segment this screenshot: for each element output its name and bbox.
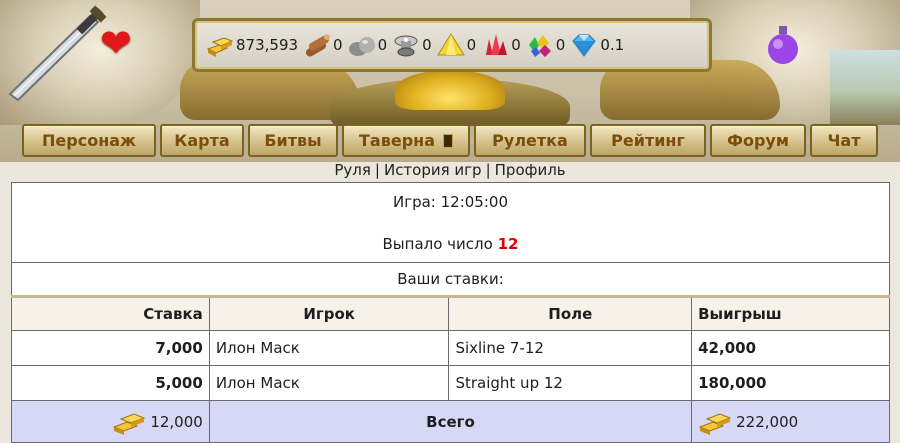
game-results-table: Игра: 12:05:00 Выпало число 12 Ваши став… [11, 182, 890, 443]
sulfur-amount: 0 [466, 36, 477, 54]
gems-icon [528, 35, 551, 57]
nav-battles-button[interactable]: Битвы [248, 124, 338, 157]
table-row: 7,000 Илон Маск Sixline 7-12 42,000 [11, 330, 890, 366]
nav-battles-label: Битвы [264, 131, 322, 150]
bets-title: Ваши ставки: [11, 262, 890, 297]
subnav-roulette-link[interactable]: Руля [334, 161, 371, 179]
header-win: Выигрыш [691, 295, 890, 331]
nav-chat-label: Чат [827, 131, 861, 150]
game-time: Игра: 12:05:00 [392, 193, 508, 211]
bet-field: Sixline 7-12 [448, 330, 693, 366]
stone-amount: 0 [377, 36, 388, 54]
total-row: 12,000 Всего 222,000 [11, 400, 890, 443]
bet-field: Straight up 12 [448, 365, 693, 401]
potion-icon[interactable] [765, 24, 801, 66]
nav-map-button[interactable]: Карта [160, 124, 244, 157]
mercury-icon [394, 35, 418, 57]
total-win-cell: 222,000 [691, 400, 890, 443]
gold-pile-image [395, 70, 505, 110]
gold-bars-icon [206, 37, 234, 57]
mercury-amount: 0 [422, 36, 432, 54]
resource-bar: 873,593 0 0 0 0 0 0 0.1 [192, 18, 712, 72]
rolled-number: 12 [497, 235, 519, 253]
crystals-icon [486, 34, 508, 55]
header-player: Игрок [208, 295, 450, 331]
win-amount: 180,000 [691, 365, 890, 401]
main-navigation: Персонаж Карта Битвы Таверна Рулетка Рей… [22, 124, 900, 157]
total-label: Всего [208, 400, 693, 443]
gold-bars-icon [698, 412, 732, 435]
nav-character-label: Персонаж [42, 131, 136, 150]
nav-character-button[interactable]: Персонаж [22, 124, 156, 157]
castle-landscape [830, 50, 900, 125]
header-field: Поле [448, 295, 693, 331]
stone-icon [348, 37, 375, 56]
player-name: Илон Маск [208, 365, 450, 401]
nav-map-label: Карта [174, 131, 230, 150]
subnav-profile-link[interactable]: Профиль [495, 161, 566, 179]
nav-forum-label: Форум [727, 131, 789, 150]
subnav-separator: | [485, 161, 491, 179]
diamond-icon [572, 34, 596, 57]
total-bet-amount: 12,000 [150, 412, 203, 431]
subnav-history-link[interactable]: История игр [384, 161, 482, 179]
rolled-number-line: Выпало число 12 [13, 234, 888, 255]
sword-icon [8, 5, 107, 102]
health-heart-icon[interactable]: ❤ [100, 24, 132, 62]
table-header-row: Ставка Игрок Поле Выигрыш [11, 295, 890, 331]
nav-rating-label: Рейтинг [611, 131, 685, 150]
tavern-notification-icon [443, 133, 453, 148]
header-bet: Ставка [11, 295, 210, 331]
resource-sulfur: 0 [436, 31, 477, 59]
bet-amount: 5,000 [11, 365, 210, 401]
wood-amount: 0 [333, 36, 343, 54]
nav-tavern-label: Таверна [359, 131, 435, 150]
nav-rating-button[interactable]: Рейтинг [590, 124, 706, 157]
total-win-amount: 222,000 [736, 412, 799, 431]
win-amount: 42,000 [691, 330, 890, 366]
nav-roulette-button[interactable]: Рулетка [474, 124, 586, 157]
game-info-cell: Игра: 12:05:00 Выпало число 12 [11, 182, 890, 263]
resource-gems: 0 [525, 31, 566, 59]
player-name: Илон Маск [208, 330, 450, 366]
resource-diamonds: 0.1 [569, 31, 624, 59]
resource-crystals: 0 [480, 31, 521, 59]
gold-amount: 873,593 [236, 36, 299, 54]
resource-gold: 873,593 [205, 31, 298, 59]
rolled-label: Выпало число [382, 235, 493, 253]
roulette-subnav: Руля | История игр | Профиль [0, 161, 900, 183]
bet-amount: 7,000 [11, 330, 210, 366]
total-bet-cell: 12,000 [11, 400, 210, 443]
game-header: ❤ 873,593 0 0 0 0 0 0 0.1 Персонаж Карта… [0, 0, 900, 162]
nav-roulette-label: Рулетка [492, 131, 568, 150]
wood-logs-icon [305, 34, 331, 57]
subnav-separator: | [374, 161, 380, 179]
gems-amount: 0 [555, 36, 566, 54]
diamonds-amount: 0.1 [600, 36, 625, 54]
nav-forum-button[interactable]: Форум [710, 124, 806, 157]
crystals-amount: 0 [511, 36, 521, 54]
sulfur-icon [436, 33, 465, 56]
gold-bars-icon [112, 412, 146, 435]
nav-tavern-button[interactable]: Таверна [342, 124, 470, 157]
resource-stone: 0 [347, 31, 388, 59]
resource-mercury: 0 [391, 31, 432, 59]
nav-chat-button[interactable]: Чат [810, 124, 878, 157]
table-row: 5,000 Илон Маск Straight up 12 180,000 [11, 365, 890, 401]
resource-wood: 0 [302, 31, 343, 59]
